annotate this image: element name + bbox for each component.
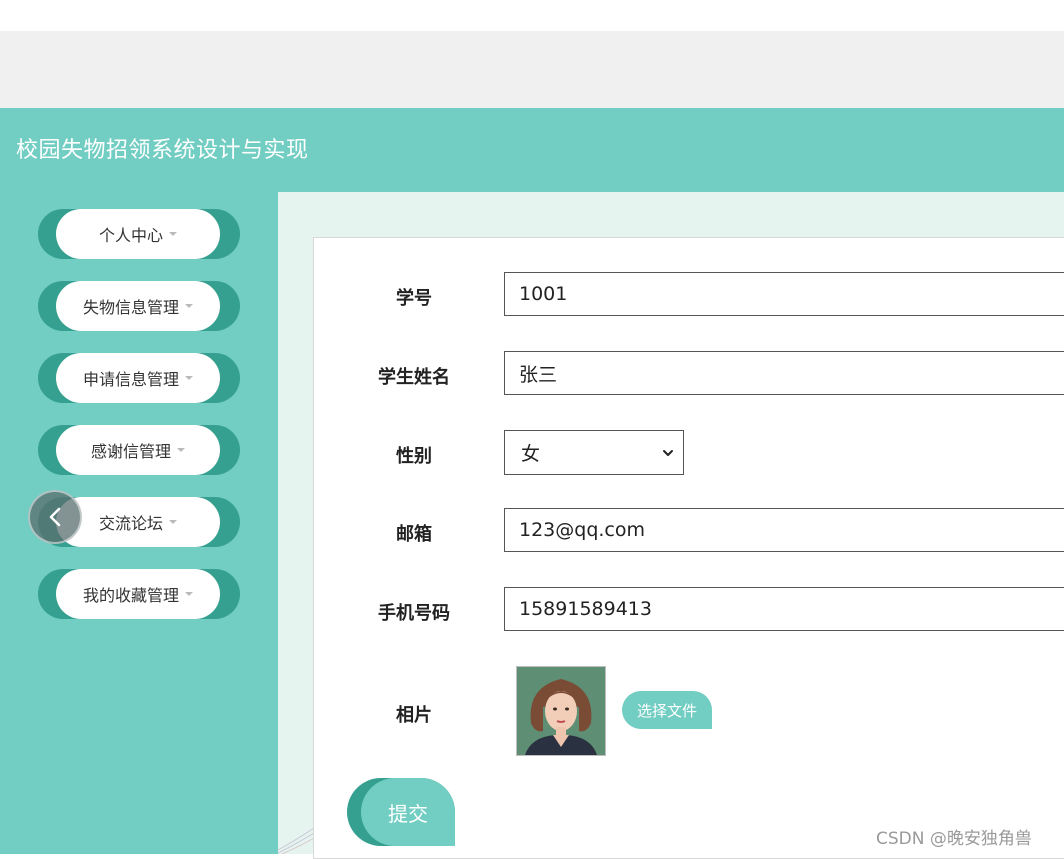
photo-label: 相片 (396, 705, 432, 726)
sidebar-item-label: 个人中心 (98, 226, 163, 245)
sidebar-item-thank-you-letters[interactable]: 感谢信管理 (38, 425, 240, 475)
caret-down-icon (185, 304, 193, 308)
choose-file-button[interactable]: 选择文件 (622, 691, 712, 729)
submit-button[interactable]: 提交 (361, 778, 455, 846)
caret-down-icon (185, 376, 193, 380)
caret-down-icon (177, 448, 185, 452)
decorative-lines (278, 827, 314, 854)
sidebar-collapse-button[interactable] (28, 490, 82, 544)
gender-select[interactable]: 女 (504, 430, 684, 475)
app-title: 校园失物招领系统设计与实现 (16, 138, 309, 163)
portrait-image (517, 667, 605, 755)
student-id-label: 学号 (396, 288, 432, 309)
student-id-input[interactable] (504, 272, 1064, 316)
profile-photo (516, 666, 606, 756)
phone-input[interactable] (504, 587, 1064, 631)
email-input[interactable] (504, 508, 1064, 552)
sidebar-item-favorites[interactable]: 我的收藏管理 (38, 569, 240, 619)
student-name-label: 学生姓名 (378, 367, 450, 388)
watermark: CSDN @晚安独角兽 (876, 829, 1032, 849)
top-blank-strip (0, 0, 1064, 31)
browser-gray-strip (0, 31, 1064, 108)
sidebar-item-label: 申请信息管理 (82, 370, 179, 389)
sidebar-item-applications[interactable]: 申请信息管理 (38, 353, 240, 403)
gender-selected-value: 女 (521, 443, 541, 465)
gender-label: 性别 (396, 446, 432, 467)
submit-button-wrapper: 提交 (347, 778, 455, 846)
phone-label: 手机号码 (378, 603, 450, 624)
caret-down-icon (169, 232, 177, 236)
email-label: 邮箱 (396, 524, 432, 545)
sidebar-item-lost-items[interactable]: 失物信息管理 (38, 281, 240, 331)
sidebar-item-label: 交流论坛 (98, 514, 163, 533)
sidebar-item-label: 失物信息管理 (82, 298, 179, 317)
chevron-down-icon (663, 450, 673, 456)
sidebar-item-label: 感谢信管理 (90, 442, 171, 461)
caret-down-icon (169, 520, 177, 524)
sidebar-item-label: 我的收藏管理 (82, 586, 179, 605)
caret-down-icon (185, 592, 193, 596)
app-header: 校园失物招领系统设计与实现 (0, 108, 1064, 192)
student-name-input[interactable] (504, 351, 1064, 395)
chevron-left-icon (49, 507, 61, 527)
sidebar-item-personal-center[interactable]: 个人中心 (38, 209, 240, 259)
